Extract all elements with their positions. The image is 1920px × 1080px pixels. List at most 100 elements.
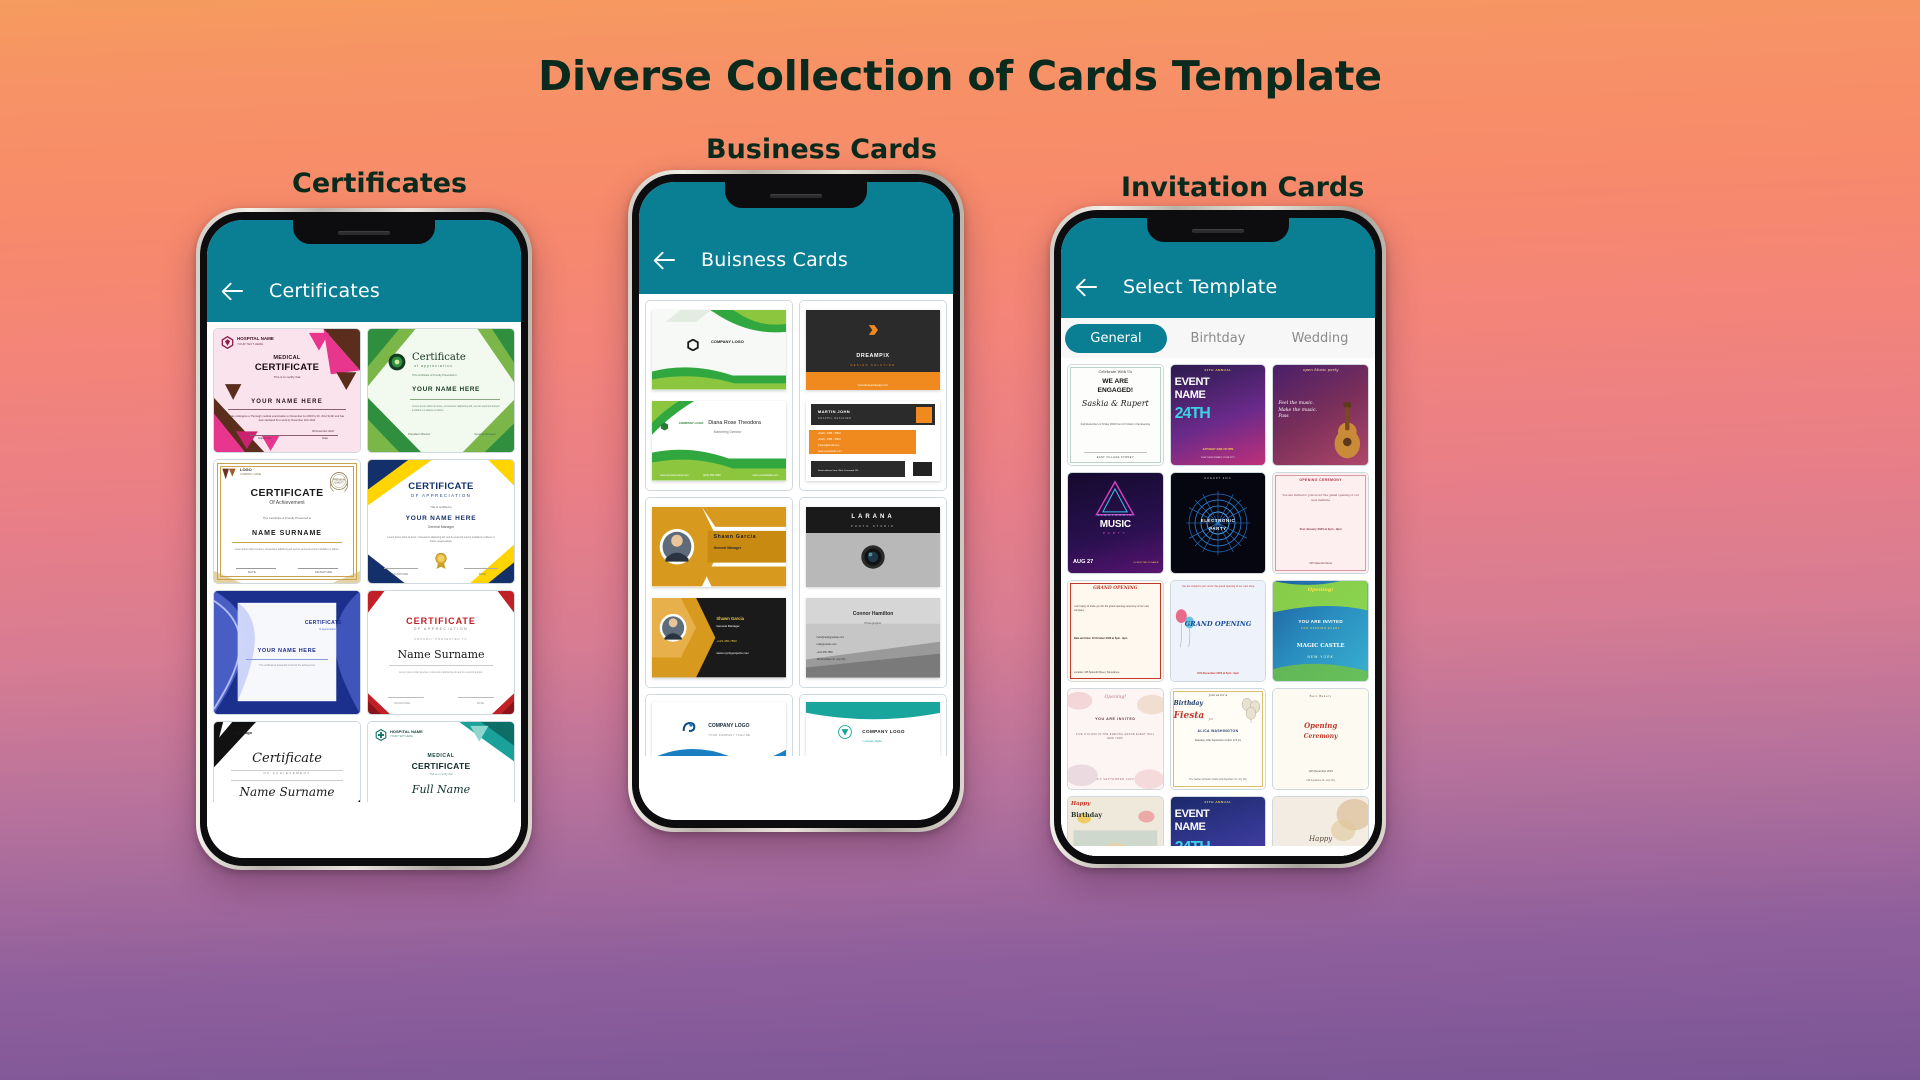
invitation-card-4[interactable]: ELECTRONIC MUSIC PARTY AUG 27 DJ ELECTRO…: [1067, 472, 1164, 574]
invitation-card-10[interactable]: Opening! YOU ARE INVITED FIVE O'CLOCK IN…: [1067, 688, 1164, 790]
certificate-grid: HOSPITAL NAME YOUR TEXT HERE MEDICAL CER…: [207, 322, 521, 852]
certificate-card-4[interactable]: CERTIFICATE OF APPRECIATION This is cert…: [367, 459, 515, 584]
cert3-heading: CERTIFICATE: [250, 487, 324, 499]
bc1-front-logo: COMPANY LOGO: [710, 339, 744, 344]
back-arrow-icon[interactable]: [221, 278, 247, 304]
business-card-3[interactable]: Shawn Garcia General Manager Shawn Garci…: [645, 497, 793, 688]
cert2-heading: Certificate: [412, 352, 466, 363]
business-card-4[interactable]: LARANA PHOTO STUDIO Connor Hamilton Phot…: [799, 497, 947, 688]
cert8-subtitle: This is to certify that: [429, 773, 453, 776]
bc5-tagline: YOUR COMPANY TAGLINE: [708, 733, 751, 737]
certificate-card-6[interactable]: CERTIFICATE OF APPRECIATION PROUDLY PRES…: [367, 590, 515, 715]
screen-bottom-space: [207, 802, 521, 858]
invitation-card-9[interactable]: Opening! YOU ARE INVITED FOR OPENING EVE…: [1272, 580, 1369, 682]
invitation-card-6[interactable]: OPENING CEREMONY You are invited to join…: [1272, 472, 1369, 574]
inv10-body: FIVE O'CLOCK IN THE EVENING GRAND EVENT …: [1076, 733, 1155, 741]
screen-bottom-space: [1061, 846, 1375, 856]
certificate-card-1[interactable]: HOSPITAL NAME YOUR TEXT HERE MEDICAL CER…: [213, 328, 361, 453]
bc2-contact-1: +0123 - 3456 - 78901: [817, 437, 841, 441]
svg-text:PREMIUM: PREMIUM: [333, 477, 345, 481]
section-label-business-cards: Business Cards: [706, 134, 937, 165]
bc1-front: COMPANY LOGO: [651, 310, 787, 390]
inv12-top: Bern Bakery: [1309, 694, 1332, 698]
back-arrow-icon[interactable]: [653, 247, 679, 273]
tab-general[interactable]: General: [1065, 323, 1167, 353]
phone-notch: [1147, 218, 1289, 242]
inv1-venue: EAST VILLAGE SYDNEY: [1096, 456, 1134, 459]
bc1-contact-2: www.yourwebsite.com: [752, 473, 779, 477]
inv9-top: Opening!: [1307, 587, 1334, 593]
cert7-brand: your logo: [234, 731, 252, 735]
inv13-top: Happy: [1071, 801, 1091, 807]
invitation-card-1[interactable]: Celebrate With Us WE ARE ENGAGED! Saskia…: [1067, 364, 1164, 466]
inv9-h2: MAGIC CASTLE: [1296, 643, 1345, 649]
invitation-card-11[interactable]: Join us for a Birthday Fiesta for ALICA …: [1169, 688, 1267, 790]
inv12-h2: Ceremony: [1303, 733, 1338, 740]
bc2-front-tagline: DESIGN SOLUTION: [850, 364, 896, 368]
back-arrow-icon[interactable]: [1075, 274, 1101, 300]
cert4-name: YOUR NAME HERE: [405, 515, 477, 522]
screen-bottom-space: [639, 756, 953, 820]
bc3-name: Shawn Garcia: [716, 615, 745, 621]
bc2-contact-0: +0123 - 3456 - 78901: [817, 432, 841, 436]
bc1-contact-0: www.companyname.com: [659, 473, 689, 477]
inv2-h1: EVENT: [1174, 376, 1210, 388]
certificate-card-3[interactable]: LOGO COMPANY NAME PREMIUM QUALITY CERTIF…: [213, 459, 361, 584]
inv11-venue: The Garden of Hearts Castle 123 Anywhere…: [1189, 779, 1247, 782]
inv5-top: AUGUST 30th: [1204, 477, 1232, 480]
cert3-brand: LOGO: [240, 467, 252, 472]
bc1-role: Marketing Director: [713, 429, 742, 434]
speaker-grille-icon: [770, 194, 822, 198]
bc4-contact-2: +123-456-7890: [816, 650, 833, 654]
inv6-top: OPENING CEREMONY: [1299, 478, 1342, 482]
page-title: Diverse Collection of Cards Template: [538, 52, 1382, 100]
section-label-certificates: Certificates: [292, 168, 468, 199]
bc1-name: Diana Rose Theodora: [708, 420, 761, 427]
cert7-heading: Certificate: [252, 751, 322, 766]
bc4-contact-3: 123 Anywhere St., Any City: [816, 657, 846, 661]
invitation-card-12[interactable]: Bern Bakery Opening Ceremony 12th Decemb…: [1272, 688, 1369, 790]
inv3-body: Feel the music. Make the music. Pass: [1278, 401, 1317, 420]
cert4-left-label: SIGNATURE: [392, 572, 409, 577]
inv14-top: 24TH ANNUAL: [1204, 800, 1232, 804]
bc2-contact-2: yrname@email.com: [817, 444, 840, 448]
cert8-brand: HOSPITAL NAME: [390, 729, 423, 734]
cert3-subtitle: This Certificate is Proudly Presented to: [262, 516, 312, 520]
inv9-venue: NEW YORK: [1307, 655, 1334, 659]
cert1-heading: CERTIFICATE: [254, 362, 320, 373]
tab-wedding[interactable]: Wedding: [1269, 324, 1371, 353]
inv9-h1: YOU ARE INVITED: [1298, 619, 1343, 624]
bc2-front-logo: DREAMPIX: [856, 353, 890, 360]
inv3-top: open Music party: [1302, 367, 1339, 372]
inv4-top: ELECTRONIC: [1097, 513, 1133, 517]
cert6-heading: CERTIFICATE: [406, 616, 476, 626]
tab-birthday[interactable]: Birhtday: [1167, 324, 1269, 353]
bc6-logo: COMPANY LOGO: [862, 729, 905, 735]
bc3-front: Shawn Garcia General Manager: [651, 507, 787, 587]
invitation-card-5[interactable]: AUGUST 30th ELECTRONIC PARTY: [1169, 472, 1267, 574]
inv12-h1: Opening: [1304, 721, 1338, 730]
phone-mockup-business-cards: Buisness Cards COMPANY LOGO COMPANY LOGO…: [628, 170, 964, 832]
invitation-card-3[interactable]: open Music party Feel the music. Make th…: [1272, 364, 1369, 466]
phone-mockup-certificates: Certificates HOSPITAL NAME YOUR TEXT HER…: [196, 208, 532, 870]
cert1-body: Has undergone a Thorough medical examina…: [229, 415, 345, 422]
phone-bezel: Buisness Cards COMPANY LOGO COMPANY LOGO…: [632, 174, 960, 828]
certificate-card-5[interactable]: CERTIFICATE of appreciation YOUR NAME HE…: [213, 590, 361, 715]
cert1-brand-sub: YOUR TEXT HERE: [237, 342, 264, 346]
invitation-card-8[interactable]: You are invited to join us for the grand…: [1169, 580, 1267, 682]
certificate-card-2[interactable]: Certificate of appreciation This Certifi…: [367, 328, 515, 453]
inv4-sub: PARTY: [1102, 531, 1128, 535]
business-card-1[interactable]: COMPANY LOGO COMPANY LOGO Diana Rose The…: [645, 300, 793, 491]
invitation-card-7[interactable]: GRAND OPENING I am happy to invite you f…: [1067, 580, 1164, 682]
business-card-2[interactable]: DREAMPIX DESIGN SOLUTION www.dreampixdes…: [799, 300, 947, 491]
bc1-contact-1: (123) 456-7890: [702, 473, 721, 477]
invitation-card-2[interactable]: 24TH ANNUAL EVENT NAME 24TH SATURDAY JUN…: [1169, 364, 1267, 466]
cert8-name: Full Name: [411, 783, 471, 796]
cert1-kicker: MEDICAL: [273, 355, 301, 361]
cert3-brand-sub: COMPANY NAME: [240, 473, 262, 476]
cert1-right-date: 30 December 2022: [311, 430, 334, 433]
inv13-h1: Birthday: [1071, 811, 1103, 819]
inv4-date: AUG 27: [1073, 559, 1094, 566]
inv6-body: You are invited to join us for the grand…: [1282, 493, 1359, 502]
bc3-back: Shawn Garcia General Manager +123-456-78…: [651, 598, 787, 678]
